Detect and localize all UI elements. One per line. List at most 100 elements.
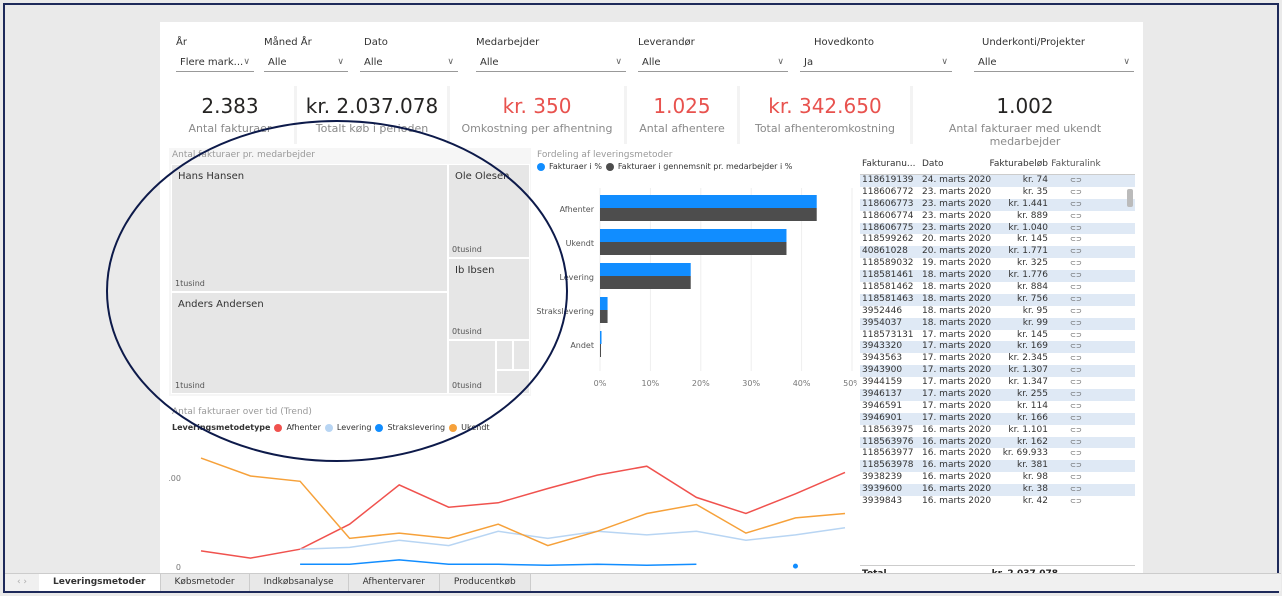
link-icon[interactable]: ⊂⊃ (1048, 353, 1104, 365)
col-header-link[interactable]: Fakturalink (1048, 159, 1104, 172)
bar-series2[interactable] (600, 208, 817, 221)
treemap-tile[interactable]: Anders Andersen 1tusind (171, 292, 448, 394)
table-row[interactable]: 118581462 18. marts 2020 kr. 884 ⊂⊃ (860, 282, 1135, 294)
link-icon[interactable]: ⊂⊃ (1048, 175, 1104, 187)
tab-afhentervarer[interactable]: Afhentervarer (348, 574, 440, 591)
data-point[interactable] (792, 563, 798, 569)
link-icon[interactable]: ⊂⊃ (1048, 258, 1104, 270)
y-tick-label: 100 (169, 474, 181, 483)
table-row[interactable]: 118581463 18. marts 2020 kr. 756 ⊂⊃ (860, 293, 1135, 306)
table-row[interactable]: 3946901 17. marts 2020 kr. 166 ⊂⊃ (860, 412, 1135, 425)
link-icon[interactable]: ⊂⊃ (1048, 425, 1104, 437)
table-row[interactable]: 3944159 17. marts 2020 kr. 1.347 ⊂⊃ (860, 377, 1135, 389)
link-icon[interactable]: ⊂⊃ (1048, 330, 1104, 342)
treemap-tile[interactable]: Hans Hansen 1tusind (171, 164, 448, 292)
link-icon[interactable]: ⊂⊃ (1048, 365, 1104, 377)
col-header-amount[interactable]: Fakturabeløb (988, 159, 1049, 172)
series-line-afhenter[interactable] (200, 465, 846, 559)
table-row[interactable]: 118606772 23. marts 2020 kr. 35 ⊂⊃ (860, 187, 1135, 199)
table-row[interactable]: 118573131 17. marts 2020 kr. 145 ⊂⊃ (860, 330, 1135, 342)
table-row[interactable]: 40861028 20. marts 2020 kr. 1.771 ⊂⊃ (860, 246, 1135, 259)
link-icon[interactable]: ⊂⊃ (1048, 460, 1104, 472)
tab-leveringsmetoder[interactable]: Leveringsmetoder (39, 574, 161, 591)
link-icon[interactable]: ⊂⊃ (1048, 377, 1104, 389)
slicer-employee[interactable]: Medarbejder Alle ∨ (476, 37, 626, 72)
link-icon[interactable]: ⊂⊃ (1048, 448, 1104, 460)
table-row[interactable]: 3946591 17. marts 2020 kr. 114 ⊂⊃ (860, 401, 1135, 413)
slicer-main-account[interactable]: Hovedkonto Ja ∨ (800, 37, 952, 72)
slicer-date[interactable]: Dato Alle ∨ (360, 37, 458, 72)
tab-producentkob[interactable]: Producentkøb (439, 574, 531, 591)
bar-series2[interactable] (600, 310, 608, 323)
tab-kobsmetoder[interactable]: Købsmetoder (160, 574, 250, 591)
table-row[interactable]: 118606775 23. marts 2020 kr. 1.040 ⊂⊃ (860, 222, 1135, 235)
table-row[interactable]: 3939600 16. marts 2020 kr. 38 ⊂⊃ (860, 484, 1135, 497)
bar-series1[interactable] (600, 263, 691, 276)
slicer-month-year[interactable]: Måned År Alle ∨ (264, 37, 348, 72)
table-row[interactable]: 3943320 17. marts 2020 kr. 169 ⊂⊃ (860, 341, 1135, 354)
series-line-ukendt[interactable] (200, 457, 846, 547)
link-icon[interactable]: ⊂⊃ (1048, 389, 1104, 401)
bar-series1[interactable] (600, 195, 817, 208)
table-row[interactable]: 118563975 16. marts 2020 kr. 1.101 ⊂⊃ (860, 425, 1135, 437)
col-header-invoice[interactable]: Fakturanu... (862, 159, 922, 172)
link-icon[interactable]: ⊂⊃ (1048, 246, 1104, 258)
link-icon[interactable]: ⊂⊃ (1048, 187, 1104, 199)
treemap-tile[interactable]: Ib Ibsen 0tusind (448, 258, 530, 340)
treemap-tile[interactable] (513, 340, 530, 370)
table-scrollbar[interactable] (1127, 175, 1133, 563)
link-icon[interactable]: ⊂⊃ (1048, 413, 1104, 425)
table-row[interactable]: 118619139 24. marts 2020 kr. 74 ⊂⊃ (860, 175, 1135, 187)
table-row[interactable]: 118606774 23. marts 2020 kr. 889 ⊂⊃ (860, 211, 1135, 223)
treemap-tile[interactable]: Ole Olesen 0tusind (448, 164, 530, 258)
table-row[interactable]: 3954037 18. marts 2020 kr. 99 ⊂⊃ (860, 317, 1135, 330)
table-row[interactable]: 118563977 16. marts 2020 kr. 69.933 ⊂⊃ (860, 448, 1135, 460)
table-row[interactable]: 118606773 23. marts 2020 kr. 1.441 ⊂⊃ (860, 198, 1135, 211)
bar-series2[interactable] (600, 276, 691, 289)
slicer-year[interactable]: År Flere mark... ∨ (176, 37, 254, 72)
slicer-subaccount[interactable]: Underkonti/Projekter Alle ∨ (974, 37, 1134, 72)
table-row[interactable]: 3939843 16. marts 2020 kr. 42 ⊂⊃ (860, 496, 1135, 508)
link-icon[interactable]: ⊂⊃ (1048, 484, 1104, 496)
bar-series1[interactable] (600, 331, 602, 344)
series-line-strakslevering[interactable] (300, 560, 795, 566)
bar-series2[interactable] (600, 344, 602, 357)
link-icon[interactable]: ⊂⊃ (1048, 282, 1104, 294)
link-icon[interactable]: ⊂⊃ (1048, 270, 1104, 282)
link-icon[interactable]: ⊂⊃ (1048, 318, 1104, 330)
table-row[interactable]: 3943563 17. marts 2020 kr. 2.345 ⊂⊃ (860, 353, 1135, 365)
link-icon[interactable]: ⊂⊃ (1048, 234, 1104, 246)
scroll-thumb[interactable] (1127, 189, 1133, 207)
link-icon[interactable]: ⊂⊃ (1048, 211, 1104, 223)
col-header-date[interactable]: Dato (922, 159, 988, 172)
link-icon[interactable]: ⊂⊃ (1048, 401, 1104, 413)
link-icon[interactable]: ⊂⊃ (1048, 472, 1104, 484)
slicer-supplier[interactable]: Leverandør Alle ∨ (638, 37, 788, 72)
treemap-tile[interactable] (496, 340, 513, 370)
table-row[interactable]: 118581461 18. marts 2020 kr. 1.776 ⊂⊃ (860, 270, 1135, 283)
bar-series1[interactable] (600, 229, 787, 242)
amount-cell: kr. 756 (1017, 293, 1048, 304)
tab-indkobsanalyse[interactable]: Indkøbsanalyse (249, 574, 349, 591)
table-row[interactable]: 118589032 19. marts 2020 kr. 325 ⊂⊃ (860, 258, 1135, 270)
bar-series2[interactable] (600, 242, 787, 255)
link-icon[interactable]: ⊂⊃ (1048, 341, 1104, 353)
treemap-tile[interactable]: 0tusind (448, 340, 496, 394)
table-row[interactable]: 3946137 17. marts 2020 kr. 255 ⊂⊃ (860, 389, 1135, 401)
tab-nav-arrows[interactable]: ‹ › (5, 574, 39, 591)
treemap-tile[interactable] (496, 370, 530, 394)
table-row[interactable]: 118599262 20. marts 2020 kr. 145 ⊂⊃ (860, 234, 1135, 246)
bar-series1[interactable] (600, 297, 608, 310)
link-icon[interactable]: ⊂⊃ (1048, 496, 1104, 508)
link-icon[interactable]: ⊂⊃ (1048, 199, 1104, 211)
link-icon[interactable]: ⊂⊃ (1048, 306, 1104, 318)
link-icon[interactable]: ⊂⊃ (1048, 294, 1104, 306)
table-row[interactable]: 118563976 16. marts 2020 kr. 162 ⊂⊃ (860, 436, 1135, 449)
table-row[interactable]: 118563978 16. marts 2020 kr. 381 ⊂⊃ (860, 460, 1135, 473)
table-row[interactable]: 3952446 18. marts 2020 kr. 95 ⊂⊃ (860, 306, 1135, 318)
invoice-number-cell: 118606772 (862, 186, 914, 197)
table-row[interactable]: 3943900 17. marts 2020 kr. 1.307 ⊂⊃ (860, 365, 1135, 378)
table-row[interactable]: 3938239 16. marts 2020 kr. 98 ⊂⊃ (860, 472, 1135, 484)
link-icon[interactable]: ⊂⊃ (1048, 437, 1104, 449)
link-icon[interactable]: ⊂⊃ (1048, 223, 1104, 235)
